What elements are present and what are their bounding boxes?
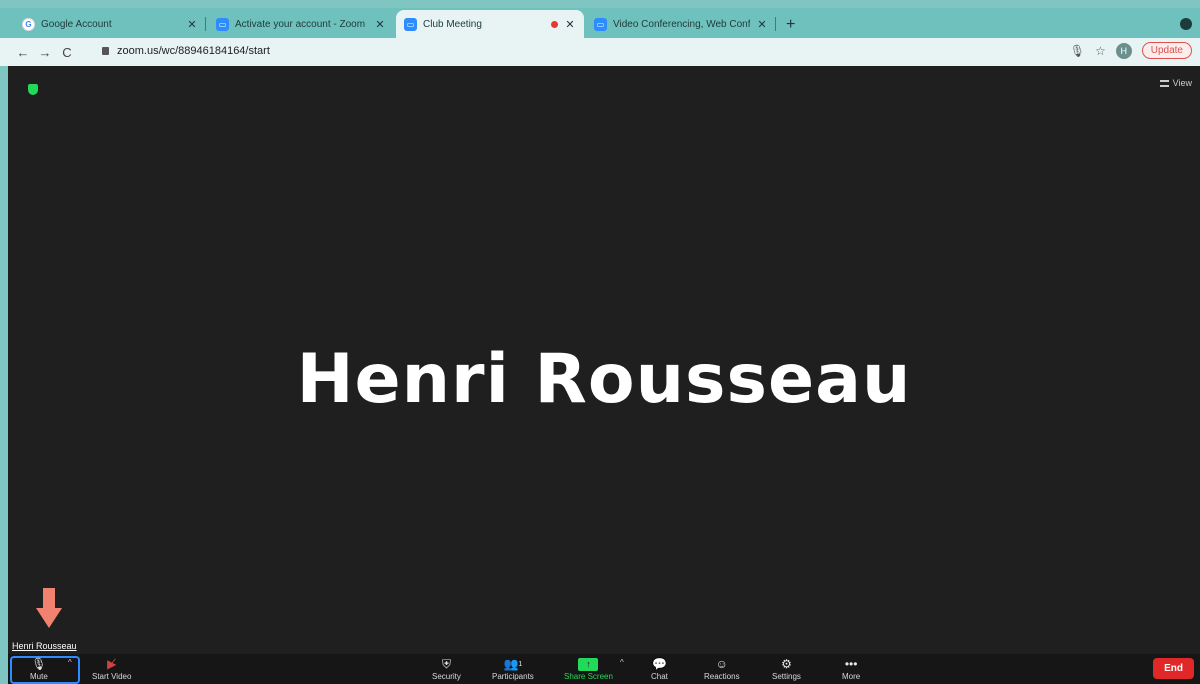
url-text: zoom.us/wc/88946184164/start	[117, 45, 270, 57]
more-dots-icon: •••	[844, 657, 858, 671]
update-button[interactable]: Update	[1141, 42, 1192, 59]
start-video-button[interactable]: ▶̸ Start Video	[92, 656, 131, 681]
recording-icon	[551, 20, 558, 28]
toolbar-right: 🎙 ☆ H Update	[1070, 42, 1192, 59]
gear-icon: ⚙	[781, 657, 792, 671]
lock-icon	[102, 47, 109, 55]
browser-menu-icon[interactable]	[1180, 18, 1192, 30]
audio-options-caret-icon[interactable]: ^	[68, 658, 72, 667]
meeting-controls: 🎙 Mute ^ ▶̸ Start Video ⛨ Security 👥 1 Pa…	[8, 654, 1200, 684]
microphone-icon[interactable]: 🎙	[1070, 44, 1085, 58]
profile-avatar[interactable]: H	[1115, 42, 1132, 59]
tab-video-conferencing[interactable]: ▭ Video Conferencing, Web Conf ✕	[586, 10, 776, 38]
browser-window: G Google Account ✕ ▭ Activate your accou…	[0, 0, 1200, 684]
share-screen-icon: ↑	[578, 656, 599, 672]
self-video-label: Henri Rousseau	[12, 641, 77, 651]
tab-activate-account[interactable]: ▭ Activate your account - Zoom ✕	[208, 10, 394, 38]
back-icon[interactable]: ←	[12, 45, 34, 60]
address-toolbar: ← → C zoom.us/wc/88946184164/start 🎙 ☆ H…	[0, 38, 1200, 66]
tab-google-account[interactable]: G Google Account ✕	[14, 10, 206, 38]
grid-view-icon	[1159, 79, 1169, 87]
video-off-icon: ▶̸	[107, 657, 117, 671]
reload-icon[interactable]: C	[56, 45, 78, 60]
tab-title: Club Meeting	[423, 18, 482, 30]
view-label: View	[1172, 78, 1192, 88]
address-bar[interactable]: zoom.us/wc/88946184164/start	[102, 45, 270, 57]
more-button[interactable]: ••• More	[842, 656, 860, 681]
close-icon[interactable]: ✕	[374, 18, 386, 31]
new-tab-button[interactable]: +	[786, 16, 795, 34]
shield-icon: ⛨	[441, 656, 451, 671]
bookmark-star-icon[interactable]: ☆	[1095, 44, 1106, 58]
zoom-icon: ▭	[404, 17, 417, 31]
mute-button[interactable]: 🎙 Mute	[30, 656, 48, 681]
microphone-icon: 🎙	[31, 657, 47, 671]
reactions-button[interactable]: ☺ Reactions	[704, 656, 740, 681]
security-button[interactable]: ⛨ Security	[432, 656, 461, 682]
share-screen-button[interactable]: ↑ Share Screen	[564, 656, 613, 681]
participants-button[interactable]: 👥 1 Participants	[492, 656, 534, 681]
settings-button[interactable]: ⚙ Settings	[772, 656, 801, 681]
zoom-icon: ▭	[594, 17, 607, 31]
arrow-down-icon	[36, 588, 62, 628]
chat-icon: 💬	[651, 657, 667, 671]
encryption-shield-icon[interactable]	[28, 84, 38, 95]
participant-name: Henri Rousseau	[296, 340, 912, 419]
tab-title: Google Account	[41, 18, 112, 30]
chat-button[interactable]: 💬 Chat	[651, 656, 668, 681]
forward-icon[interactable]: →	[34, 45, 56, 60]
meeting-area: View Henri Rousseau Henri Rousseau	[8, 66, 1200, 654]
view-button[interactable]: View	[1159, 78, 1192, 88]
reactions-icon: ☺	[715, 657, 728, 671]
share-options-caret-icon[interactable]: ^	[620, 658, 624, 667]
zoom-icon: ▭	[216, 17, 229, 31]
tab-club-meeting[interactable]: ▭ Club Meeting ✕	[396, 10, 584, 38]
participants-icon: 👥 1	[503, 657, 523, 671]
tab-title: Video Conferencing, Web Conf	[613, 18, 750, 30]
close-icon[interactable]: ✕	[756, 18, 768, 31]
end-meeting-button[interactable]: End	[1153, 658, 1194, 679]
google-icon: G	[22, 17, 35, 31]
close-icon[interactable]: ✕	[564, 18, 576, 31]
tab-title: Activate your account - Zoom	[235, 18, 366, 30]
close-icon[interactable]: ✕	[186, 18, 198, 31]
